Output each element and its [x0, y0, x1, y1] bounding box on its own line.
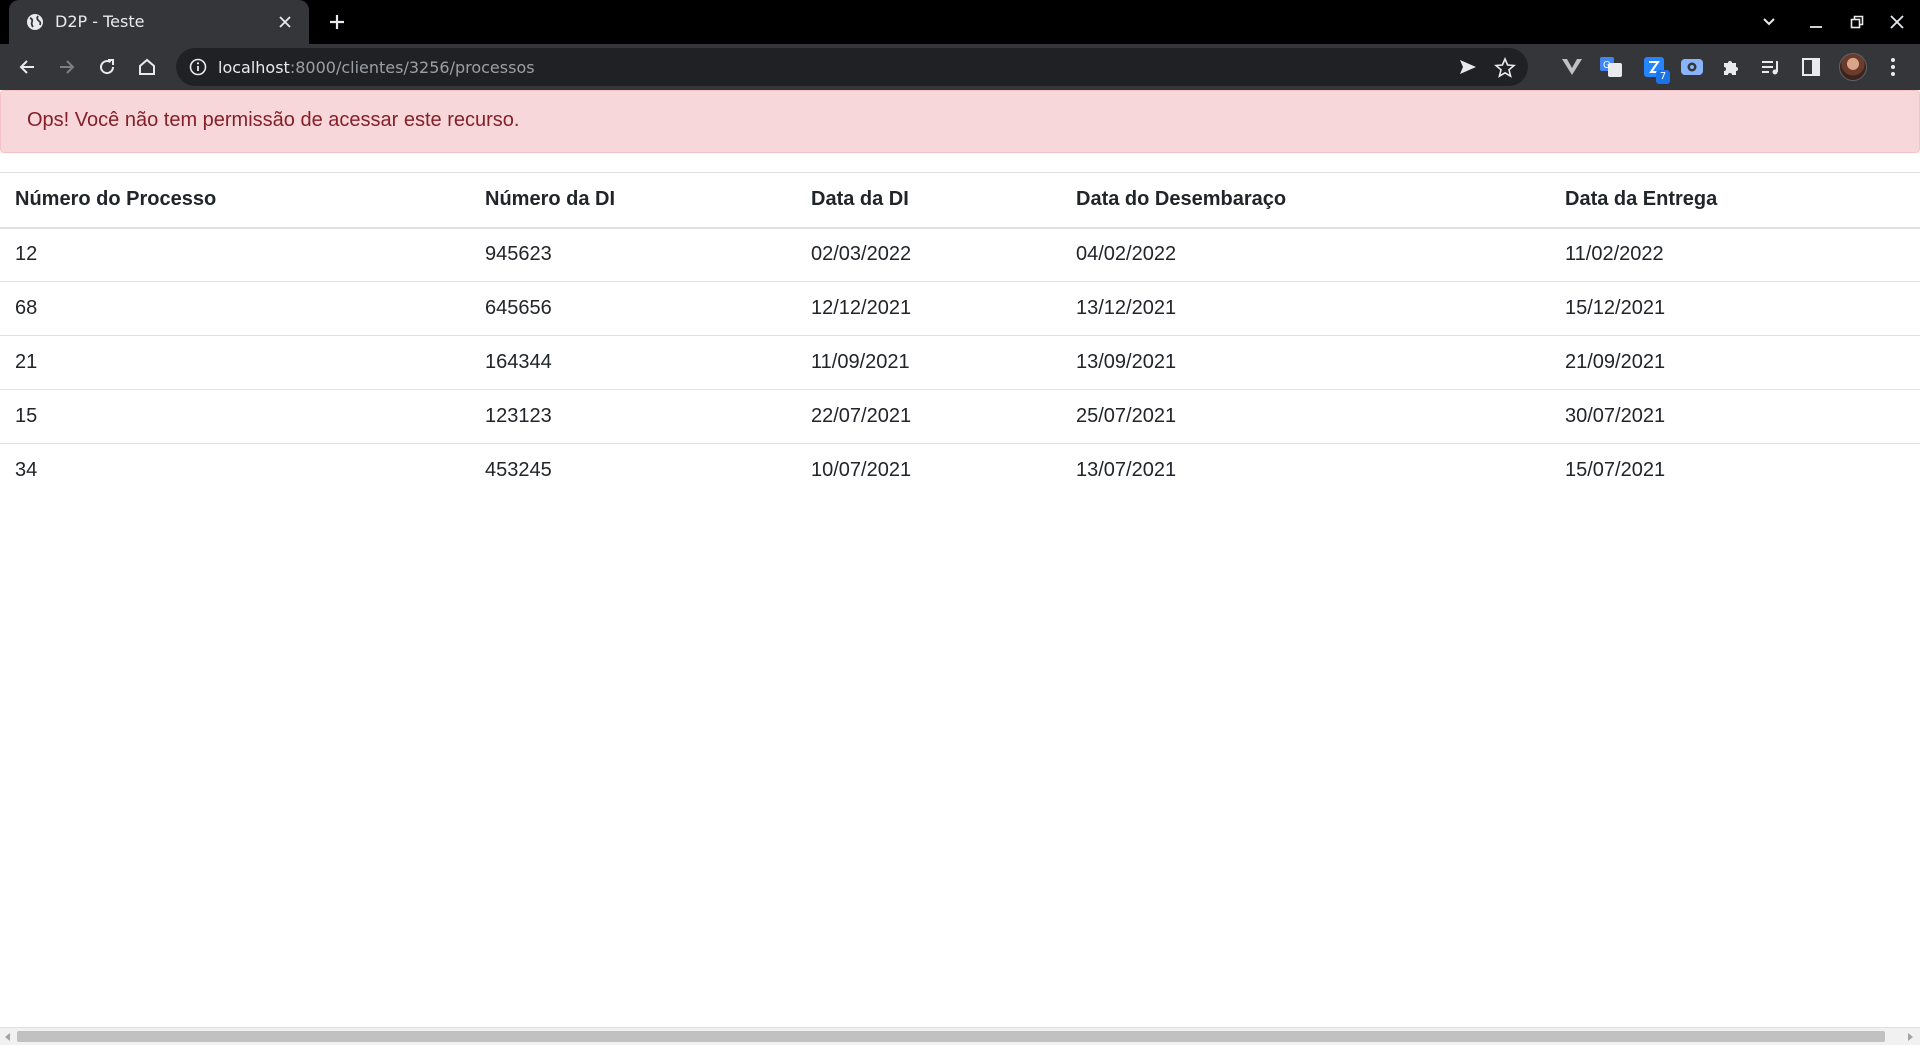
- scrollbar-thumb[interactable]: [17, 1031, 1885, 1042]
- table-cell: 68: [0, 281, 470, 336]
- bookmark-star-icon[interactable]: [1494, 56, 1516, 79]
- send-to-devices-icon[interactable]: [1458, 57, 1478, 77]
- table-cell: 34: [0, 443, 470, 498]
- translate-icon[interactable]: G: [1598, 54, 1624, 80]
- back-button[interactable]: [14, 54, 40, 80]
- table-cell: 11/02/2022: [1550, 227, 1920, 282]
- new-tab-button[interactable]: [323, 10, 351, 34]
- restore-icon[interactable]: [1845, 10, 1869, 34]
- table-cell: 945623: [470, 227, 796, 282]
- globe-icon: [26, 13, 44, 31]
- url-host: localhost: [218, 58, 290, 77]
- table-cell: 22/07/2021: [796, 389, 1061, 444]
- tab-search-chevron-icon[interactable]: [1757, 10, 1781, 34]
- vimium-icon[interactable]: [1559, 54, 1585, 80]
- table-row: 15 123123 22/07/2021 25/07/2021 30/07/20…: [0, 389, 1920, 444]
- table-cell: 15/12/2021: [1550, 281, 1920, 336]
- forward-button[interactable]: [54, 54, 80, 80]
- table-cell: 21: [0, 335, 470, 390]
- screen-recorder-icon[interactable]: [1679, 54, 1705, 80]
- table-row: 12 945623 02/03/2022 04/02/2022 11/02/20…: [0, 227, 1920, 282]
- extensions-puzzle-icon[interactable]: [1718, 54, 1744, 80]
- close-tab-icon[interactable]: [275, 12, 295, 32]
- page-content: Ops! Você não tem permissão de acessar e…: [0, 90, 1920, 1027]
- url-text[interactable]: localhost:8000/clientes/3256/processos: [218, 58, 535, 77]
- tab-title: D2P - Teste: [55, 12, 145, 31]
- scroll-right-arrow-icon[interactable]: [1905, 1031, 1915, 1042]
- table-cell: 30/07/2021: [1550, 389, 1920, 444]
- reload-button[interactable]: [94, 54, 120, 80]
- profile-avatar[interactable]: [1839, 53, 1867, 81]
- minimize-icon[interactable]: [1804, 10, 1828, 34]
- table-cell: 10/07/2021: [796, 443, 1061, 498]
- table-cell: 25/07/2021: [1061, 389, 1550, 444]
- table-cell: 12: [0, 227, 470, 282]
- processes-table: Número do Processo Número da DI Data da …: [0, 172, 1920, 498]
- table-row: 68 645656 12/12/2021 13/12/2021 15/12/20…: [0, 281, 1920, 336]
- table-cell: 12/12/2021: [796, 281, 1061, 336]
- table-cell: 645656: [470, 281, 796, 336]
- close-window-icon[interactable]: [1885, 10, 1909, 34]
- url-path: :8000/clientes/3256/processos: [289, 58, 535, 77]
- scroll-left-arrow-icon[interactable]: [3, 1031, 13, 1042]
- table-cell: 13/12/2021: [1061, 281, 1550, 336]
- column-header: Data da DI: [796, 172, 1061, 229]
- extension-badge: 7: [1656, 70, 1670, 84]
- jira-icon[interactable]: 7: [1641, 54, 1670, 84]
- table-row: 34 453245 10/07/2021 13/07/2021 15/07/20…: [0, 443, 1920, 498]
- site-info-icon[interactable]: [188, 57, 208, 77]
- column-header: Número da DI: [470, 172, 796, 229]
- table-row: 21 164344 11/09/2021 13/09/2021 21/09/20…: [0, 335, 1920, 390]
- table-cell: 123123: [470, 389, 796, 444]
- side-panel-icon[interactable]: [1798, 54, 1824, 80]
- table-cell: 164344: [470, 335, 796, 390]
- tab-strip: D2P - Teste: [0, 0, 1920, 44]
- table-cell: 453245: [470, 443, 796, 498]
- browser-tab[interactable]: D2P - Teste: [9, 0, 309, 44]
- table-cell: 02/03/2022: [796, 227, 1061, 282]
- column-header: Número do Processo: [0, 172, 470, 229]
- table-cell: 21/09/2021: [1550, 335, 1920, 390]
- table-cell: 13/09/2021: [1061, 335, 1550, 390]
- browser-toolbar: localhost:8000/clientes/3256/processos G…: [0, 44, 1920, 90]
- table-cell: 04/02/2022: [1061, 227, 1550, 282]
- permission-alert: Ops! Você não tem permissão de acessar e…: [0, 90, 1920, 153]
- home-button[interactable]: [134, 54, 160, 80]
- media-playlist-icon[interactable]: [1758, 54, 1784, 80]
- kebab-menu-icon[interactable]: [1880, 54, 1906, 80]
- table-cell: 11/09/2021: [796, 335, 1061, 390]
- column-header: Data do Desembaraço: [1061, 172, 1550, 229]
- table-cell: 15/07/2021: [1550, 443, 1920, 498]
- address-bar[interactable]: localhost:8000/clientes/3256/processos: [176, 48, 1528, 86]
- horizontal-scrollbar[interactable]: [0, 1027, 1920, 1045]
- table-cell: 13/07/2021: [1061, 443, 1550, 498]
- alert-message: Ops! Você não tem permissão de acessar e…: [27, 109, 520, 131]
- column-header: Data da Entrega: [1550, 172, 1920, 229]
- table-cell: 15: [0, 389, 470, 444]
- svg-text:G: G: [1603, 60, 1611, 71]
- table-header-row: Número do Processo Número da DI Data da …: [0, 172, 1920, 229]
